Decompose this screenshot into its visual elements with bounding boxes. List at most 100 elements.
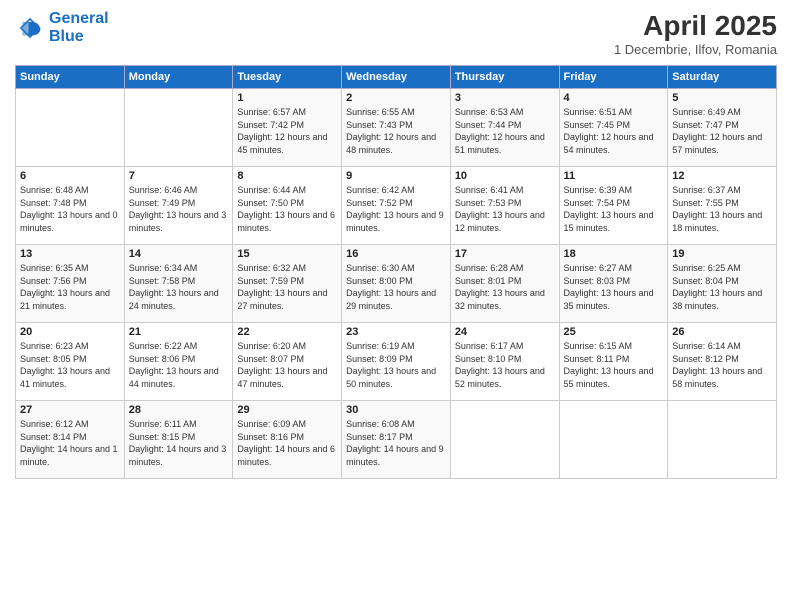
- calendar-week-row: 13 Sunrise: 6:35 AM Sunset: 7:56 PM Dayli…: [16, 245, 777, 323]
- title-block: April 2025 1 Decembrie, Ilfov, Romania: [614, 10, 777, 57]
- calendar-cell: 18 Sunrise: 6:27 AM Sunset: 8:03 PM Dayli…: [559, 245, 668, 323]
- day-number: 21: [129, 326, 229, 338]
- day-info: Sunrise: 6:28 AM Sunset: 8:01 PM Dayligh…: [455, 262, 555, 312]
- day-info: Sunrise: 6:46 AM Sunset: 7:49 PM Dayligh…: [129, 184, 229, 234]
- calendar-cell: 20Sunrise: 6:23 AM Sunset: 8:05 PM Dayli…: [16, 323, 125, 401]
- day-info: Sunrise: 6:41 AM Sunset: 7:53 PM Dayligh…: [455, 184, 555, 234]
- calendar-table: SundayMondayTuesdayWednesdayThursdayFrid…: [15, 65, 777, 479]
- calendar-cell: 16 Sunrise: 6:30 AM Sunset: 8:00 PM Dayli…: [342, 245, 451, 323]
- day-number: 4: [564, 92, 664, 104]
- calendar-cell: 29 Sunrise: 6:09 AM Sunset: 8:16 PM Dayli…: [233, 401, 342, 479]
- day-number: 18: [564, 248, 664, 260]
- calendar-cell: [668, 401, 777, 479]
- calendar-cell: 7Sunrise: 6:46 AM Sunset: 7:49 PM Daylig…: [124, 167, 233, 245]
- day-number: 10: [455, 170, 555, 182]
- day-info: Sunrise: 6:32 AM Sunset: 7:59 PM Dayligh…: [237, 262, 337, 312]
- calendar-cell: 15 Sunrise: 6:32 AM Sunset: 7:59 PM Dayli…: [233, 245, 342, 323]
- weekday-header: Tuesday: [233, 66, 342, 89]
- day-number: 28: [129, 404, 229, 416]
- page-header: GeneralBlue April 2025 1 Decembrie, Ilfo…: [15, 10, 777, 57]
- day-number: 15: [237, 248, 337, 260]
- day-info: Sunrise: 6:53 AM Sunset: 7:44 PM Dayligh…: [455, 106, 555, 156]
- calendar-cell: 5Sunrise: 6:49 AM Sunset: 7:47 PM Daylig…: [668, 89, 777, 167]
- calendar-cell: 13 Sunrise: 6:35 AM Sunset: 7:56 PM Dayli…: [16, 245, 125, 323]
- day-info: Sunrise: 6:57 AM Sunset: 7:42 PM Dayligh…: [237, 106, 337, 156]
- day-info: Sunrise: 6:14 AM Sunset: 8:12 PM Dayligh…: [672, 340, 772, 390]
- day-number: 14: [129, 248, 229, 260]
- calendar-cell: 2 Sunrise: 6:55 AM Sunset: 7:43 PM Daylig…: [342, 89, 451, 167]
- day-number: 23: [346, 326, 446, 338]
- calendar-cell: 27Sunrise: 6:12 AM Sunset: 8:14 PM Dayli…: [16, 401, 125, 479]
- day-info: Sunrise: 6:25 AM Sunset: 8:04 PM Dayligh…: [672, 262, 772, 312]
- calendar-cell: 10 Sunrise: 6:41 AM Sunset: 7:53 PM Dayli…: [450, 167, 559, 245]
- day-info: Sunrise: 6:55 AM Sunset: 7:43 PM Dayligh…: [346, 106, 446, 156]
- day-info: Sunrise: 6:42 AM Sunset: 7:52 PM Dayligh…: [346, 184, 446, 234]
- logo: GeneralBlue: [15, 10, 109, 45]
- day-info: Sunrise: 6:35 AM Sunset: 7:56 PM Dayligh…: [20, 262, 120, 312]
- weekday-header: Thursday: [450, 66, 559, 89]
- day-number: 2: [346, 92, 446, 104]
- calendar-cell: 12 Sunrise: 6:37 AM Sunset: 7:55 PM Dayli…: [668, 167, 777, 245]
- day-info: Sunrise: 6:44 AM Sunset: 7:50 PM Dayligh…: [237, 184, 337, 234]
- day-number: 29: [237, 404, 337, 416]
- day-info: Sunrise: 6:39 AM Sunset: 7:54 PM Dayligh…: [564, 184, 664, 234]
- day-info: Sunrise: 6:30 AM Sunset: 8:00 PM Dayligh…: [346, 262, 446, 312]
- calendar-cell: 24 Sunrise: 6:17 AM Sunset: 8:10 PM Dayli…: [450, 323, 559, 401]
- calendar-header-row: SundayMondayTuesdayWednesdayThursdayFrid…: [16, 66, 777, 89]
- calendar-cell: 14 Sunrise: 6:34 AM Sunset: 7:58 PM Dayli…: [124, 245, 233, 323]
- calendar-cell: 19Sunrise: 6:25 AM Sunset: 8:04 PM Dayli…: [668, 245, 777, 323]
- day-info: Sunrise: 6:17 AM Sunset: 8:10 PM Dayligh…: [455, 340, 555, 390]
- calendar-cell: 3 Sunrise: 6:53 AM Sunset: 7:44 PM Daylig…: [450, 89, 559, 167]
- calendar-cell: [124, 89, 233, 167]
- calendar-cell: 28Sunrise: 6:11 AM Sunset: 8:15 PM Dayli…: [124, 401, 233, 479]
- calendar-cell: 26Sunrise: 6:14 AM Sunset: 8:12 PM Dayli…: [668, 323, 777, 401]
- weekday-header: Saturday: [668, 66, 777, 89]
- calendar-cell: [559, 401, 668, 479]
- day-number: 1: [237, 92, 337, 104]
- calendar-cell: 11 Sunrise: 6:39 AM Sunset: 7:54 PM Dayli…: [559, 167, 668, 245]
- day-number: 20: [20, 326, 120, 338]
- day-number: 22: [237, 326, 337, 338]
- day-info: Sunrise: 6:34 AM Sunset: 7:58 PM Dayligh…: [129, 262, 229, 312]
- calendar-week-row: 27Sunrise: 6:12 AM Sunset: 8:14 PM Dayli…: [16, 401, 777, 479]
- day-number: 11: [564, 170, 664, 182]
- day-number: 30: [346, 404, 446, 416]
- calendar-cell: [450, 401, 559, 479]
- day-info: Sunrise: 6:27 AM Sunset: 8:03 PM Dayligh…: [564, 262, 664, 312]
- day-number: 16: [346, 248, 446, 260]
- day-info: Sunrise: 6:19 AM Sunset: 8:09 PM Dayligh…: [346, 340, 446, 390]
- day-info: Sunrise: 6:49 AM Sunset: 7:47 PM Dayligh…: [672, 106, 772, 156]
- calendar-week-row: 6Sunrise: 6:48 AM Sunset: 7:48 PM Daylig…: [16, 167, 777, 245]
- day-info: Sunrise: 6:22 AM Sunset: 8:06 PM Dayligh…: [129, 340, 229, 390]
- calendar-cell: 4 Sunrise: 6:51 AM Sunset: 7:45 PM Daylig…: [559, 89, 668, 167]
- day-info: Sunrise: 6:15 AM Sunset: 8:11 PM Dayligh…: [564, 340, 664, 390]
- location-subtitle: 1 Decembrie, Ilfov, Romania: [614, 42, 777, 57]
- calendar-cell: 30 Sunrise: 6:08 AM Sunset: 8:17 PM Dayli…: [342, 401, 451, 479]
- logo-icon: [15, 13, 45, 43]
- day-info: Sunrise: 6:37 AM Sunset: 7:55 PM Dayligh…: [672, 184, 772, 234]
- day-number: 25: [564, 326, 664, 338]
- day-number: 24: [455, 326, 555, 338]
- weekday-header: Friday: [559, 66, 668, 89]
- calendar-cell: 25 Sunrise: 6:15 AM Sunset: 8:11 PM Dayli…: [559, 323, 668, 401]
- calendar-cell: 8 Sunrise: 6:44 AM Sunset: 7:50 PM Daylig…: [233, 167, 342, 245]
- day-number: 12: [672, 170, 772, 182]
- day-info: Sunrise: 6:20 AM Sunset: 8:07 PM Dayligh…: [237, 340, 337, 390]
- calendar-cell: [16, 89, 125, 167]
- month-title: April 2025: [614, 10, 777, 42]
- day-number: 13: [20, 248, 120, 260]
- calendar-cell: 17 Sunrise: 6:28 AM Sunset: 8:01 PM Dayli…: [450, 245, 559, 323]
- day-number: 8: [237, 170, 337, 182]
- calendar-cell: 23 Sunrise: 6:19 AM Sunset: 8:09 PM Dayli…: [342, 323, 451, 401]
- weekday-header: Monday: [124, 66, 233, 89]
- day-number: 3: [455, 92, 555, 104]
- calendar-week-row: 1 Sunrise: 6:57 AM Sunset: 7:42 PM Daylig…: [16, 89, 777, 167]
- calendar-cell: 1 Sunrise: 6:57 AM Sunset: 7:42 PM Daylig…: [233, 89, 342, 167]
- day-info: Sunrise: 6:09 AM Sunset: 8:16 PM Dayligh…: [237, 418, 337, 468]
- calendar-cell: 6Sunrise: 6:48 AM Sunset: 7:48 PM Daylig…: [16, 167, 125, 245]
- day-number: 17: [455, 248, 555, 260]
- day-info: Sunrise: 6:48 AM Sunset: 7:48 PM Dayligh…: [20, 184, 120, 234]
- day-info: Sunrise: 6:08 AM Sunset: 8:17 PM Dayligh…: [346, 418, 446, 468]
- day-info: Sunrise: 6:51 AM Sunset: 7:45 PM Dayligh…: [564, 106, 664, 156]
- calendar-cell: 9Sunrise: 6:42 AM Sunset: 7:52 PM Daylig…: [342, 167, 451, 245]
